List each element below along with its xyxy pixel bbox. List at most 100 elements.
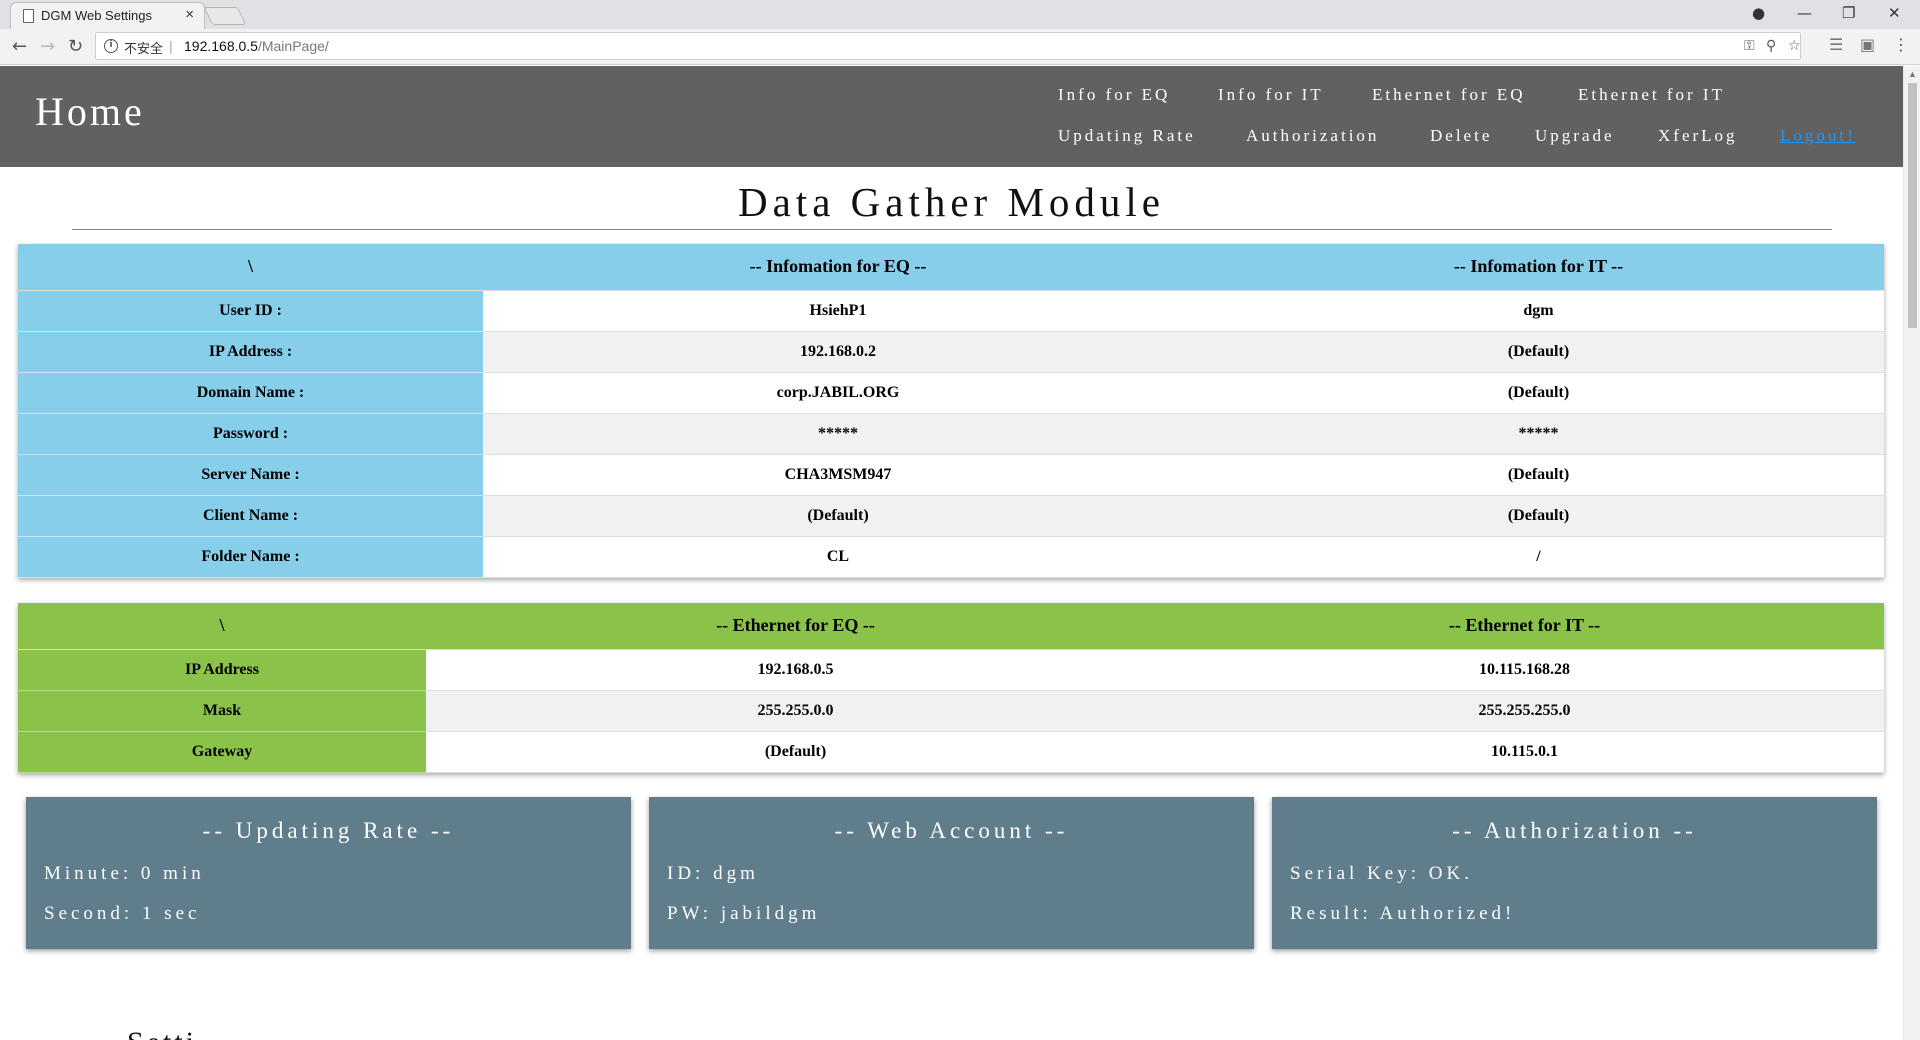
card-line: Second: 1 sec <box>44 903 201 924</box>
ethernet-it-header: -- Ethernet for IT -- <box>1165 603 1884 650</box>
table-row: Gateway (Default) 10.115.0.1 <box>18 731 1884 773</box>
key-icon[interactable]: ⚿ <box>1744 38 1755 54</box>
menu-upgrade[interactable]: Upgrade <box>1535 126 1615 146</box>
menu-info-for-eq[interactable]: Info for EQ <box>1058 85 1170 105</box>
eq-value: (Default) <box>483 495 1193 537</box>
it-value: ***** <box>1193 413 1884 455</box>
card-title: -- Web Account -- <box>834 818 1069 843</box>
card-line: PW: jabildgm <box>667 903 821 924</box>
page-scrollbar[interactable]: ▲ <box>1903 66 1920 1040</box>
row-label: Gateway <box>18 731 426 773</box>
security-label: 不安全 <box>124 42 164 57</box>
it-value: (Default) <box>1193 454 1884 496</box>
eq-value: 255.255.0.0 <box>426 690 1165 732</box>
eq-value: CHA3MSM947 <box>483 454 1193 496</box>
title-divider <box>72 229 1832 230</box>
card-title: -- Updating Rate -- <box>202 818 455 843</box>
address-bar[interactable]: i 不安全 | 192.168.0.5/MainPage/ ⚿ ⚲ ☆ <box>95 32 1801 60</box>
page-icon <box>23 9 34 23</box>
back-icon[interactable]: ← <box>12 36 27 57</box>
corner-header: \ <box>18 244 483 291</box>
menu-xferlog[interactable]: XferLog <box>1658 126 1738 146</box>
scroll-up-icon[interactable]: ▲ <box>1908 69 1917 79</box>
card-title: -- Authorization -- <box>1452 818 1697 843</box>
row-label: Domain Name : <box>18 372 483 414</box>
info-icon[interactable]: i <box>104 39 118 53</box>
menu-info-for-it[interactable]: Info for IT <box>1218 85 1324 105</box>
row-label: IP Address : <box>18 331 483 373</box>
url-path: /MainPage/ <box>257 38 329 54</box>
table-row: Server Name : CHA3MSM947 (Default) <box>18 454 1884 496</box>
ethernet-eq-header: -- Ethernet for EQ -- <box>426 603 1165 650</box>
info-eq-header: -- Infomation for EQ -- <box>483 244 1193 291</box>
table-row: Mask 255.255.0.0 255.255.255.0 <box>18 690 1884 732</box>
web-account-card: -- Web Account -- ID: dgm PW: jabildgm <box>649 797 1254 949</box>
it-value: 10.115.168.28 <box>1165 649 1884 691</box>
eq-value: CL <box>483 536 1193 578</box>
scrollbar-thumb[interactable] <box>1908 83 1917 328</box>
it-value: dgm <box>1193 290 1884 332</box>
home-link[interactable]: Home <box>35 88 145 135</box>
new-tab-button[interactable] <box>203 7 247 25</box>
ethernet-table-header: \ -- Ethernet for EQ -- -- Ethernet for … <box>18 603 1884 650</box>
logout-link[interactable]: Logout! <box>1780 126 1856 146</box>
site-header: Home Info for EQ Info for IT Ethernet fo… <box>0 66 1903 167</box>
tab-close-icon[interactable]: × <box>185 6 194 23</box>
it-value: (Default) <box>1193 372 1884 414</box>
browser-tab-strip: DGM Web Settings × ● — ❐ ✕ <box>0 0 1920 29</box>
authorization-card: -- Authorization -- Serial Key: OK. Resu… <box>1272 797 1877 949</box>
table-row: IP Address 192.168.0.5 10.115.168.28 <box>18 649 1884 691</box>
profile-icon[interactable]: ● <box>1752 4 1765 22</box>
menu-updating-rate[interactable]: Updating Rate <box>1058 126 1196 146</box>
table-row: Folder Name : CL / <box>18 536 1884 578</box>
it-value: / <box>1193 536 1884 578</box>
card-line: Result: Authorized! <box>1290 903 1516 924</box>
eq-value: HsiehP1 <box>483 290 1193 332</box>
eq-value: 192.168.0.5 <box>426 649 1165 691</box>
ethernet-table: \ -- Ethernet for EQ -- -- Ethernet for … <box>18 603 1884 773</box>
restore-icon[interactable]: ❐ <box>1842 4 1855 22</box>
table-row: Client Name : (Default) (Default) <box>18 495 1884 537</box>
it-value: 255.255.255.0 <box>1165 690 1884 732</box>
tab-title: DGM Web Settings <box>41 8 153 23</box>
updating-rate-card: -- Updating Rate -- Minute: 0 min Second… <box>26 797 631 949</box>
menu-ethernet-for-eq[interactable]: Ethernet for EQ <box>1372 85 1526 105</box>
table-row: User ID : HsiehP1 dgm <box>18 290 1884 332</box>
zoom-icon[interactable]: ⚲ <box>1766 38 1776 54</box>
card-line: Serial Key: OK. <box>1290 863 1473 884</box>
browser-tab[interactable]: DGM Web Settings × <box>10 2 205 29</box>
row-label: IP Address <box>18 649 426 691</box>
extension-icon[interactable]: ☰ <box>1829 35 1843 54</box>
row-label: Password : <box>18 413 483 455</box>
row-label: Mask <box>18 690 426 732</box>
eq-value: ***** <box>483 413 1193 455</box>
row-label: User ID : <box>18 290 483 332</box>
table-row: Domain Name : corp.JABIL.ORG (Default) <box>18 372 1884 414</box>
page-title: Data Gather Module <box>738 179 1165 225</box>
card-line: ID: dgm <box>667 863 759 884</box>
url-text[interactable]: 192.168.0.5/MainPage/ <box>184 38 329 54</box>
bookmark-star-icon[interactable]: ☆ <box>1788 38 1801 54</box>
corner-header: \ <box>18 603 426 650</box>
info-table: \ -- Infomation for EQ -- -- Infomation … <box>18 244 1884 578</box>
settings-heading: Setti <box>127 1026 197 1040</box>
it-value: (Default) <box>1193 495 1884 537</box>
menu-ethernet-for-it[interactable]: Ethernet for IT <box>1578 85 1725 105</box>
browser-menu-icon[interactable]: ⋮ <box>1893 35 1909 54</box>
close-window-icon[interactable]: ✕ <box>1888 4 1901 22</box>
eq-value: corp.JABIL.ORG <box>483 372 1193 414</box>
it-value: (Default) <box>1193 331 1884 373</box>
reload-icon[interactable]: ↻ <box>68 36 83 57</box>
row-label: Server Name : <box>18 454 483 496</box>
it-value: 10.115.0.1 <box>1165 731 1884 773</box>
row-label: Client Name : <box>18 495 483 537</box>
cast-icon[interactable]: ▣ <box>1860 35 1875 54</box>
menu-authorization[interactable]: Authorization <box>1246 126 1379 146</box>
info-table-header: \ -- Infomation for EQ -- -- Infomation … <box>18 244 1884 291</box>
minimize-icon[interactable]: — <box>1797 4 1812 22</box>
forward-icon[interactable]: → <box>40 36 55 57</box>
url-host: 192.168.0.5 <box>184 38 258 54</box>
table-row: IP Address : 192.168.0.2 (Default) <box>18 331 1884 373</box>
menu-delete[interactable]: Delete <box>1430 126 1492 146</box>
page-viewport: Home Info for EQ Info for IT Ethernet fo… <box>0 66 1903 1040</box>
